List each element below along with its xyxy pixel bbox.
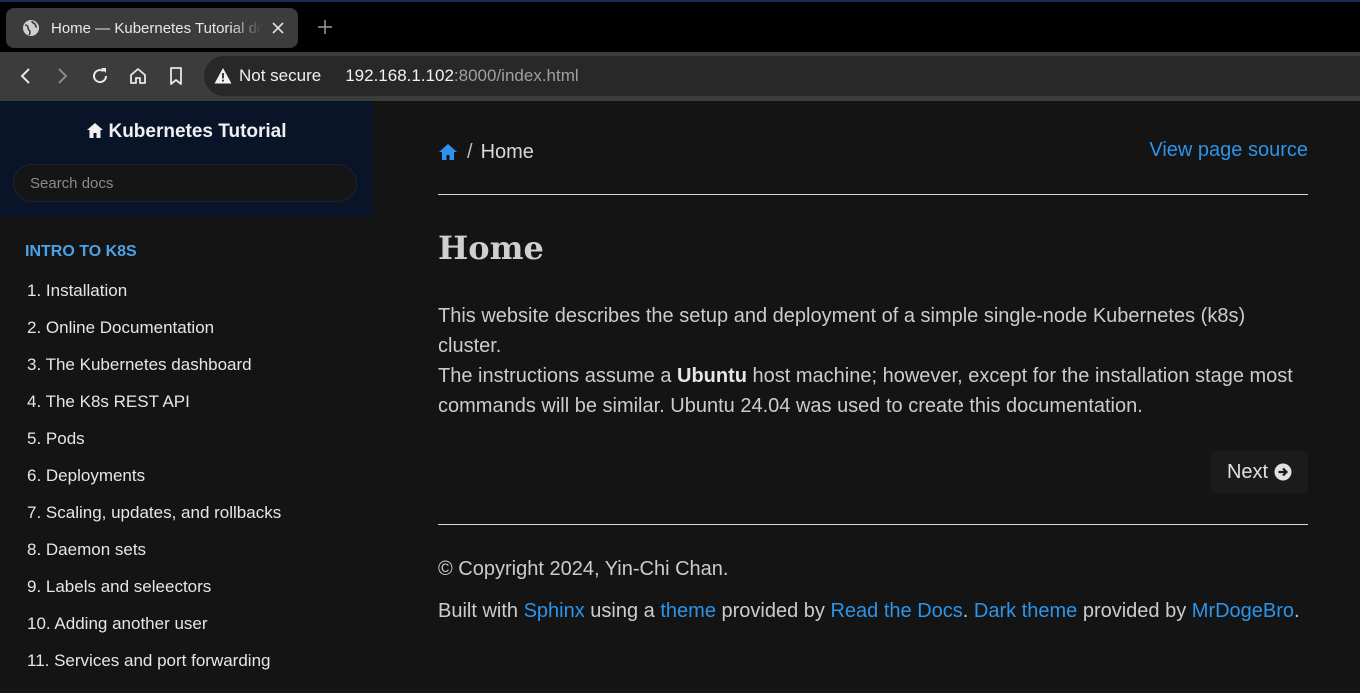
sidebar: Kubernetes Tutorial INTRO TO K8S 1. Inst…	[0, 101, 373, 693]
url-host[interactable]: 192.168.1.102	[345, 66, 454, 86]
new-tab-icon[interactable]	[314, 16, 336, 38]
built-with-text: Built with Sphinx using a theme provided…	[438, 600, 1300, 623]
breadcrumb: / Home	[438, 139, 534, 165]
read-the-docs-link[interactable]: Read the Docs	[830, 600, 962, 622]
instructions-paragraph: The instructions assume a Ubuntu host ma…	[438, 361, 1308, 421]
footer-text: .	[962, 600, 974, 622]
sidebar-item-rest-api[interactable]: 4. The K8s REST API	[0, 383, 373, 420]
footer-text: .	[1294, 600, 1300, 622]
divider	[438, 194, 1308, 195]
forward-icon[interactable]	[50, 64, 74, 88]
sidebar-item-installation[interactable]: 1. Installation	[0, 272, 373, 309]
dark-theme-link[interactable]: Dark theme	[974, 600, 1077, 622]
sidebar-item-labels-selectors[interactable]: 9. Labels and seleectors	[0, 568, 373, 605]
url-path[interactable]: :8000/index.html	[454, 66, 579, 86]
sidebar-item-adding-user[interactable]: 10. Adding another user	[0, 605, 373, 642]
sidebar-caption: INTRO TO K8S	[25, 243, 137, 260]
sidebar-item-online-documentation[interactable]: 2. Online Documentation	[0, 309, 373, 346]
footer-text: using a	[584, 600, 661, 622]
sidebar-item-daemon-sets[interactable]: 8. Daemon sets	[0, 531, 373, 568]
next-label: Next	[1226, 460, 1269, 483]
copyright-text: © Copyright 2024, Yin-Chi Chan.	[438, 558, 729, 580]
bookmark-icon[interactable]	[164, 64, 188, 88]
close-icon[interactable]	[268, 18, 288, 38]
sphinx-link[interactable]: Sphinx	[524, 600, 585, 622]
not-secure-label[interactable]: Not secure	[239, 66, 321, 86]
view-source-link[interactable]: View page source	[1149, 139, 1308, 162]
footer-text: provided by	[1077, 600, 1192, 622]
sidebar-item-kubernetes-dashboard[interactable]: 3. The Kubernetes dashboard	[0, 346, 373, 383]
divider	[438, 524, 1308, 525]
arrow-circle-right-icon	[1274, 463, 1292, 481]
home-icon	[86, 122, 104, 145]
browser-toolbar: Not secure 192.168.1.102:8000/index.html	[0, 52, 1360, 101]
site-brand-text: Kubernetes Tutorial	[108, 121, 287, 142]
warning-icon[interactable]	[214, 67, 232, 85]
ubuntu-bold: Ubuntu	[677, 365, 747, 387]
page-title: Home	[438, 229, 544, 267]
footer-text: Built with	[438, 600, 524, 622]
search-input[interactable]	[13, 164, 357, 202]
mrdogebro-link[interactable]: MrDogeBro	[1192, 600, 1294, 622]
breadcrumb-current: Home	[480, 140, 534, 163]
sidebar-item-services[interactable]: 11. Services and port forwarding	[0, 642, 373, 679]
paragraph-text: The instructions assume a	[438, 365, 677, 387]
address-bar[interactable]: Not secure 192.168.1.102:8000/index.html	[204, 56, 1360, 96]
breadcrumb-separator: /	[467, 140, 473, 163]
reload-icon[interactable]	[88, 64, 112, 88]
home-icon[interactable]	[438, 143, 458, 161]
sidebar-item-deployments[interactable]: 6. Deployments	[0, 457, 373, 494]
sidebar-menu: 1. Installation 2. Online Documentation …	[0, 272, 373, 679]
next-button[interactable]: Next	[1211, 451, 1308, 493]
browser-tab[interactable]: Home — Kubernetes Tutorial documentation	[6, 8, 298, 48]
sidebar-item-scaling[interactable]: 7. Scaling, updates, and rollbacks	[0, 494, 373, 531]
globe-icon	[22, 19, 40, 37]
intro-paragraph: This website describes the setup and dep…	[438, 305, 1246, 357]
back-icon[interactable]	[14, 64, 38, 88]
footer-text: provided by	[715, 600, 831, 622]
main-content: / Home View page source Home This websit…	[373, 101, 1360, 693]
tab-bar: Home — Kubernetes Tutorial documentation	[0, 0, 1360, 52]
theme-link[interactable]: theme	[660, 600, 716, 622]
site-brand-link[interactable]: Kubernetes Tutorial	[0, 121, 373, 145]
sidebar-header: Kubernetes Tutorial	[0, 101, 373, 217]
sidebar-item-pods[interactable]: 5. Pods	[0, 420, 373, 457]
tab-title: Home — Kubernetes Tutorial documentation	[51, 19, 262, 37]
home-icon[interactable]	[126, 64, 150, 88]
